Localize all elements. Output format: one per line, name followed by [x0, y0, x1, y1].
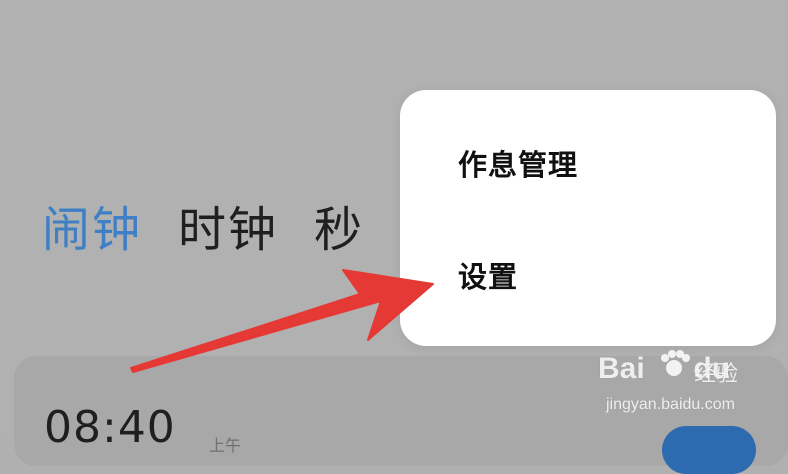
menu-item-label: 设置 — [458, 260, 519, 294]
popup-menu: 作息管理 设置 — [400, 90, 776, 346]
alarm-toggle[interactable] — [662, 426, 756, 474]
paw-icon — [661, 350, 690, 376]
watermark-brand-left: Bai — [598, 352, 645, 385]
alarm-time: 08:40 — [44, 402, 176, 453]
watermark-url: jingyan.baidu.com — [606, 396, 735, 413]
tab-alarm[interactable]: 闹钟 — [42, 206, 142, 254]
tab-clock[interactable]: 时钟 — [178, 206, 278, 254]
watermark-suffix: 经验 — [694, 362, 739, 387]
tab-stopwatch[interactable]: 秒 — [314, 206, 364, 254]
menu-item-label: 作息管理 — [458, 148, 579, 182]
menu-item-schedule-management[interactable]: 作息管理 — [400, 118, 776, 208]
baidu-watermark: Bai du 经验 jingyan.baidu.com — [598, 350, 758, 420]
tab-bar: 闹钟 时钟 秒 — [42, 190, 364, 270]
menu-item-settings[interactable]: 设置 — [400, 230, 776, 320]
